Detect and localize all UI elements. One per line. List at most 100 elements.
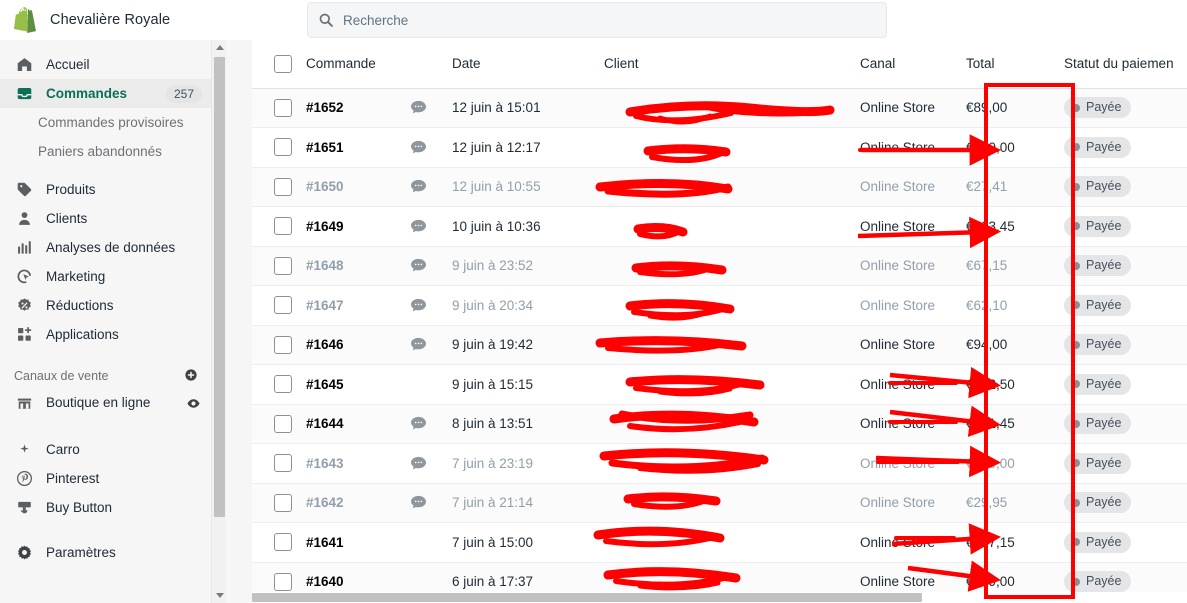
table-row[interactable]: #1651 12 juin à 12:17 Online Store €249,00 P…: [252, 127, 1187, 168]
order-total-cell: €261,45: [966, 404, 1046, 444]
sidebar-item-commandes[interactable]: Commandes 257: [0, 79, 212, 108]
horizontal-scrollbar[interactable]: [252, 592, 1187, 603]
order-canal-cell: Online Store: [860, 483, 966, 523]
sidebar-item-produits[interactable]: Produits: [0, 175, 212, 204]
status-label: Payée: [1086, 455, 1122, 470]
order-number-cell[interactable]: #1648: [306, 246, 410, 286]
top-bar: Chevalière Royale: [0, 0, 1187, 40]
note-bubble-icon[interactable]: [410, 219, 427, 234]
note-bubble-icon[interactable]: [410, 179, 427, 194]
sidebar-scrollbar[interactable]: [211, 40, 226, 603]
row-checkbox[interactable]: [274, 414, 292, 433]
order-total-cell: €62,10: [966, 285, 1046, 326]
order-number-cell[interactable]: #1645: [306, 364, 410, 405]
table-row[interactable]: #1647 9 juin à 20:34 Online Store €62,10 Pay…: [252, 285, 1187, 326]
row-checkbox[interactable]: [274, 493, 292, 512]
note-bubble-icon[interactable]: [410, 456, 427, 471]
table-row[interactable]: #1643 7 juin à 23:19 Online Store €269,00 Pa…: [252, 443, 1187, 484]
sidebar-item-boutique-en-ligne[interactable]: Boutique en ligne: [0, 389, 212, 435]
row-select-cell: [252, 167, 306, 207]
note-bubble-icon[interactable]: [410, 140, 427, 155]
column-header-canal[interactable]: Canal: [860, 40, 966, 89]
column-header-commande[interactable]: Commande: [306, 40, 410, 89]
row-checkbox[interactable]: [274, 138, 292, 157]
sidebar-item-reductions[interactable]: Réductions: [0, 291, 212, 320]
table-row[interactable]: #1644 8 juin à 13:51 Online Store €261,45 Pa…: [252, 404, 1187, 444]
sidebar-item-buy-button[interactable]: Buy Button: [0, 493, 212, 522]
row-checkbox[interactable]: [274, 256, 292, 275]
order-canal: Online Store: [860, 179, 936, 195]
sidebar-item-label: Applications: [46, 327, 119, 342]
table-row[interactable]: #1650 12 juin à 10:55 Online Store €27,41 Pa…: [252, 167, 1187, 207]
sidebar-item-accueil[interactable]: Accueil: [0, 50, 212, 79]
order-canal: Online Store: [860, 258, 936, 274]
note-bubble-icon[interactable]: [410, 337, 427, 352]
order-date: 12 juin à 10:55: [452, 179, 541, 195]
scroll-up-arrow-icon[interactable]: [212, 40, 227, 55]
sidebar-item-marketing[interactable]: Marketing: [0, 262, 212, 291]
table-row[interactable]: #1652 12 juin à 15:01 Online Store €89,00 Pa…: [252, 88, 1187, 128]
table-row[interactable]: #1648 9 juin à 23:52 Online Store €67,15 Pay…: [252, 246, 1187, 286]
store-brand[interactable]: Chevalière Royale: [0, 7, 240, 33]
search-bar[interactable]: [307, 2, 887, 38]
order-number-cell[interactable]: #1644: [306, 404, 410, 444]
table-row[interactable]: #1645 9 juin à 15:15 Online Store €522,50 Pa…: [252, 364, 1187, 405]
sidebar-item-clients[interactable]: Clients: [0, 204, 212, 233]
status-dot-icon: [1072, 340, 1080, 349]
order-number-cell[interactable]: #1642: [306, 483, 410, 523]
note-bubble-icon[interactable]: [410, 298, 427, 313]
row-checkbox[interactable]: [274, 533, 292, 552]
table-row[interactable]: #1646 9 juin à 19:42 Online Store €94,00 Pay…: [252, 325, 1187, 365]
order-number-cell[interactable]: #1651: [306, 127, 410, 168]
sidebar-item-analyses-de-donnees[interactable]: Analyses de données: [0, 233, 212, 262]
sidebar-item-paniers-abandonnes[interactable]: Paniers abandonnés: [0, 137, 212, 166]
order-number-cell[interactable]: #1649: [306, 206, 410, 247]
sidebar-item-carro[interactable]: Carro: [0, 435, 212, 464]
row-checkbox[interactable]: [274, 375, 292, 394]
row-checkbox[interactable]: [274, 98, 292, 117]
status-label: Payée: [1086, 337, 1122, 352]
sales-channels-section-header: Canaux de vente: [0, 363, 212, 389]
pinterest-icon: [14, 464, 34, 493]
sidebar-scrollbar-thumb[interactable]: [214, 57, 225, 517]
row-checkbox[interactable]: [274, 335, 292, 354]
row-checkbox[interactable]: [274, 572, 292, 591]
row-checkbox[interactable]: [274, 454, 292, 473]
order-canal: Online Store: [860, 297, 936, 313]
table-row[interactable]: #1649 10 juin à 10:36 Online Store €303,45 P…: [252, 206, 1187, 247]
sidebar-item-label: Carro: [46, 442, 80, 457]
order-number-cell[interactable]: #1643: [306, 443, 410, 484]
status-dot-icon: [1072, 103, 1080, 112]
search-input[interactable]: [343, 12, 876, 28]
row-checkbox[interactable]: [274, 217, 292, 236]
order-number-cell[interactable]: #1650: [306, 167, 410, 207]
column-header-date[interactable]: Date: [452, 40, 604, 89]
order-number-cell[interactable]: #1652: [306, 88, 410, 128]
column-header-statut-du-paiement[interactable]: Statut du paiemen: [1046, 40, 1187, 89]
select-all-checkbox[interactable]: [274, 54, 292, 73]
order-total: €94,00: [966, 337, 1008, 353]
note-bubble-icon[interactable]: [410, 258, 427, 273]
row-checkbox[interactable]: [274, 177, 292, 196]
order-number-cell[interactable]: #1641: [306, 522, 410, 563]
note-bubble-icon[interactable]: [410, 100, 427, 115]
note-bubble-icon[interactable]: [410, 495, 427, 510]
column-header-client[interactable]: Client: [604, 40, 860, 89]
sidebar-item-commandes-provisoires[interactable]: Commandes provisoires: [0, 108, 212, 137]
sidebar-item-pinterest[interactable]: Pinterest: [0, 464, 212, 493]
table-row[interactable]: #1641 7 juin à 15:00 Online Store €747,15 Pa…: [252, 522, 1187, 563]
plus-circle-icon[interactable]: [184, 368, 198, 385]
scroll-down-arrow-icon[interactable]: [212, 588, 227, 603]
order-number-cell[interactable]: #1647: [306, 285, 410, 326]
order-note-cell: [410, 88, 452, 128]
horizontal-scrollbar-thumb[interactable]: [252, 593, 922, 602]
order-number-cell[interactable]: #1646: [306, 325, 410, 365]
eye-icon[interactable]: [184, 389, 202, 418]
column-header-total[interactable]: Total: [966, 40, 1046, 89]
note-bubble-icon[interactable]: [410, 416, 427, 431]
table-row[interactable]: #1642 7 juin à 21:14 Online Store €29,95 Pay…: [252, 483, 1187, 523]
order-client-cell: [604, 443, 860, 484]
row-checkbox[interactable]: [274, 296, 292, 315]
sidebar-item-applications[interactable]: Applications: [0, 320, 212, 349]
sidebar-item-parametres[interactable]: Paramètres: [0, 538, 212, 567]
